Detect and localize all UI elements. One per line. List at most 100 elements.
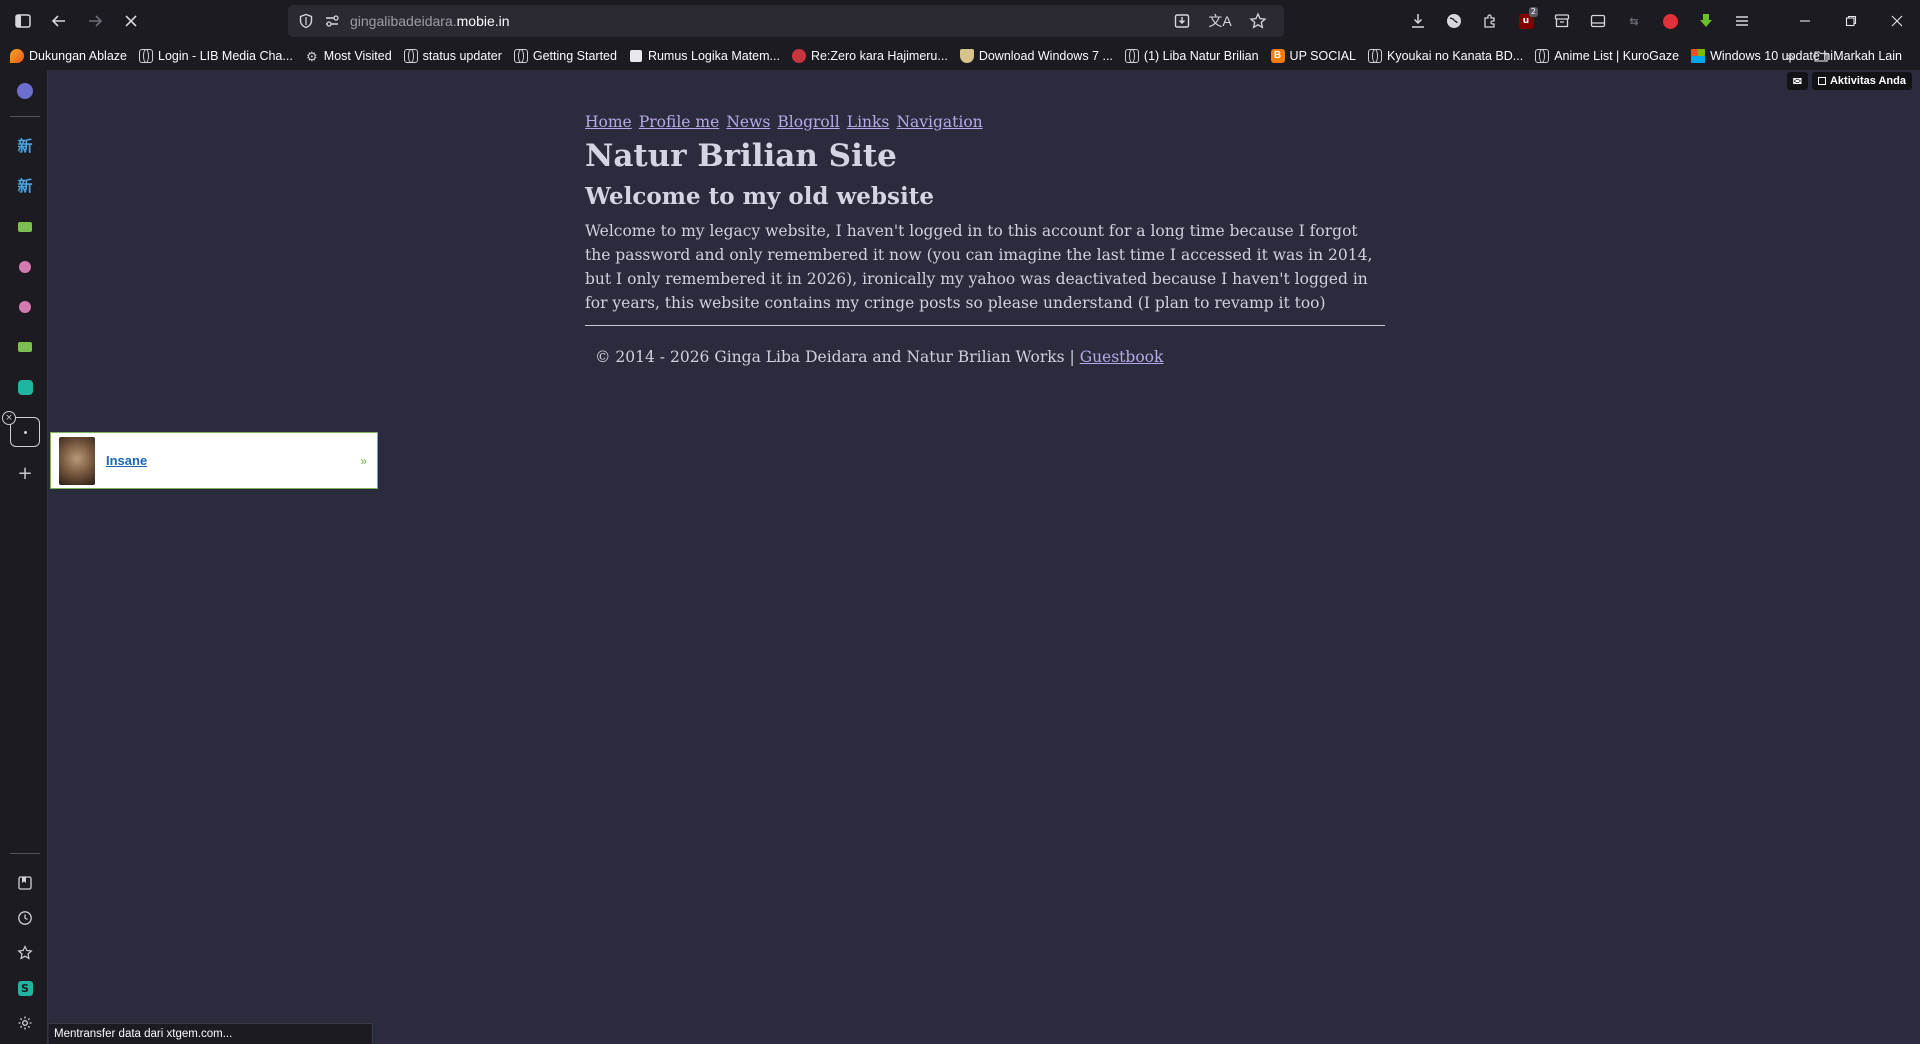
nav-link-blogroll[interactable]: Blogroll: [777, 113, 839, 131]
nav-link-news[interactable]: News: [726, 113, 770, 131]
bookmark-item[interactable]: Re:Zero kara Hajimeru...: [786, 44, 954, 68]
bookmark-item[interactable]: status updater: [398, 44, 508, 68]
fire-icon: [10, 49, 24, 63]
bookmark-star-icon[interactable]: [1240, 5, 1276, 37]
bookmark-item[interactable]: (1) Liba Natur Brilian: [1119, 44, 1265, 68]
stop-loading-icon[interactable]: [113, 5, 149, 37]
nav-link-links[interactable]: Links: [847, 113, 890, 131]
ad-arrow-icon[interactable]: »: [360, 454, 367, 468]
browser-sidebar: 新 新 × + S: [0, 70, 48, 1044]
bookmark-item[interactable]: Anime List | KuroGaze: [1529, 44, 1685, 68]
back-arrow-icon[interactable]: [41, 5, 77, 37]
blogger-icon: B: [1270, 49, 1285, 63]
sidebar-item-folder-icon[interactable]: [12, 214, 38, 240]
sidebar-item-dictionary-2[interactable]: 新: [12, 172, 38, 198]
anime-icon: [791, 49, 806, 63]
extension-badge: 2: [1528, 7, 1538, 17]
sidebar-item-folder-icon[interactable]: [12, 334, 38, 360]
sidebar-star-icon[interactable]: [12, 940, 38, 966]
bookmark-label: Re:Zero kara Hajimeru...: [810, 49, 948, 63]
activity-widget: ✉ Aktivitas Anda: [1786, 72, 1912, 90]
page-icon: [628, 49, 643, 63]
settings-gear-icon[interactable]: [12, 1010, 38, 1036]
bookmark-item[interactable]: B UP SOCIAL: [1265, 44, 1362, 68]
bookmark-label: Kyoukai no Kanata BD...: [1387, 49, 1524, 63]
globe-icon: [139, 49, 153, 63]
sidebar-profile-icon[interactable]: [12, 78, 38, 104]
bookmark-label: Rumus Logika Matem...: [647, 49, 780, 63]
red-extension-icon[interactable]: [1652, 5, 1688, 37]
restore-icon[interactable]: [1828, 0, 1874, 42]
bookmark-item[interactable]: Login - LIB Media Cha...: [133, 44, 299, 68]
address-bar[interactable]: gingalibadeidara.mobie.in 文A: [288, 5, 1284, 37]
sidebar-s-app-icon[interactable]: S: [12, 975, 38, 1001]
sidebar-item-avatar-icon[interactable]: [12, 294, 38, 320]
toolbar-extensions: u 2 ⇆: [1400, 0, 1760, 42]
sidebar-item-dictionary-1[interactable]: 新: [12, 132, 38, 158]
welcome-paragraph: Welcome to my legacy website, I haven't …: [585, 222, 1373, 312]
close-icon[interactable]: [1874, 0, 1920, 42]
nav-link-profile[interactable]: Profile me: [639, 113, 719, 131]
ublock-icon[interactable]: u 2: [1508, 5, 1544, 37]
url-domain: mobie.in: [456, 13, 510, 29]
windows-icon: [1691, 49, 1706, 63]
ad-thumbnail-image[interactable]: [59, 436, 95, 485]
bookmark-item[interactable]: Kyoukai no Kanata BD...: [1362, 44, 1529, 68]
green-download-arrow-icon[interactable]: [1688, 5, 1724, 37]
bookmark-item[interactable]: ⚙ Most Visited: [299, 44, 398, 68]
translate-icon[interactable]: 文A: [1202, 5, 1238, 37]
status-bar: Mentransfer data dari xtgem.com...: [49, 1023, 373, 1044]
minimize-icon[interactable]: [1782, 0, 1828, 42]
extensions-puzzle-icon[interactable]: [1472, 5, 1508, 37]
tab-manager-icon[interactable]: [1580, 5, 1616, 37]
sidebar-item-chat-icon[interactable]: [12, 374, 38, 400]
page-title: Natur Brilian Site: [585, 138, 897, 174]
globe-icon: [403, 49, 418, 63]
web-page: ✉ Aktivitas Anda Home Profile me News Bl…: [49, 70, 1920, 1044]
floating-ad-banner[interactable]: Insane »: [50, 432, 378, 489]
bookmark-item[interactable]: Getting Started: [508, 44, 623, 68]
bookmarks-overflow-chevron-icon[interactable]: »: [1786, 48, 1794, 64]
mail-icon[interactable]: ✉: [1786, 72, 1808, 90]
bookmark-item[interactable]: Dukungan Ablaze: [0, 44, 133, 68]
globe-icon: [1535, 49, 1550, 63]
archive-box-icon[interactable]: [1544, 5, 1580, 37]
downloads-icon[interactable]: [1400, 5, 1436, 37]
vpn-globe-icon[interactable]: [1436, 5, 1472, 37]
window-controls: [1782, 0, 1920, 42]
bookmark-label: status updater: [422, 49, 502, 63]
sidebar-panel-close-icon[interactable]: ×: [2, 411, 16, 425]
bookmark-item[interactable]: Download Windows 7 ...: [954, 44, 1119, 68]
nav-link-navigation[interactable]: Navigation: [896, 113, 982, 131]
activity-button[interactable]: Aktivitas Anda: [1811, 72, 1912, 90]
history-clock-icon[interactable]: [12, 905, 38, 931]
page-subtitle: Welcome to my old website: [585, 183, 934, 210]
forward-arrow-icon[interactable]: [77, 5, 113, 37]
menu-hamburger-icon[interactable]: [1724, 5, 1760, 37]
url-text[interactable]: gingalibadeidara.mobie.in: [350, 13, 510, 29]
other-bookmarks-folder[interactable]: Markah Lain: [1808, 44, 1908, 68]
sidebar-item-avatar-icon[interactable]: [12, 254, 38, 280]
page-action-download-icon[interactable]: [1164, 5, 1200, 37]
globe-icon: [1124, 49, 1139, 63]
bookmarks-toolbar: Dukungan Ablaze Login - LIB Media Cha...…: [0, 42, 1920, 70]
ad-link[interactable]: Insane: [106, 453, 147, 468]
site-permissions-icon[interactable]: [324, 13, 340, 29]
sidebar-toggle-icon[interactable]: [5, 5, 41, 37]
bookmark-label: Login - LIB Media Cha...: [158, 49, 293, 63]
site-nav: Home Profile me News Blogroll Links Navi…: [585, 112, 1385, 131]
guestbook-link[interactable]: Guestbook: [1080, 348, 1164, 366]
bookmark-item[interactable]: Rumus Logika Matem...: [623, 44, 786, 68]
sidebar-bookmarks-panel-icon[interactable]: [12, 870, 38, 896]
url-subdomain: gingalibadeidara.: [350, 13, 457, 29]
shield-icon[interactable]: [298, 13, 314, 29]
nav-link-home[interactable]: Home: [585, 113, 632, 131]
activity-square-icon: [1817, 77, 1826, 85]
globe-icon: [513, 49, 528, 63]
copyright-text: © 2014 - 2026 Ginga Liba Deidara and Nat…: [595, 348, 1080, 366]
sidebar-add-icon[interactable]: +: [12, 460, 38, 486]
bookmark-label: Markah Lain: [1833, 49, 1902, 63]
main-content: Home Profile me News Blogroll Links Navi…: [585, 112, 1385, 366]
mouse-gesture-icon[interactable]: ⇆: [1616, 5, 1652, 37]
bookmark-label: Download Windows 7 ...: [978, 49, 1113, 63]
